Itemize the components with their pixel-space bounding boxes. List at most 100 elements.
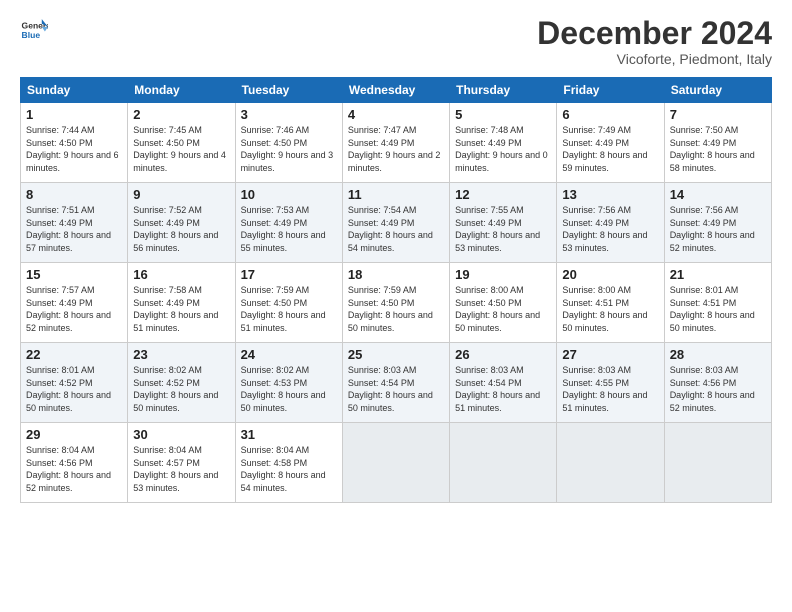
day-number: 14 [670, 187, 766, 202]
day-number: 13 [562, 187, 658, 202]
day-number: 10 [241, 187, 337, 202]
cell-details: Sunrise: 7:56 AM Sunset: 4:49 PM Dayligh… [670, 204, 766, 254]
cell-details: Sunrise: 8:01 AM Sunset: 4:52 PM Dayligh… [26, 364, 122, 414]
cell-details: Sunrise: 8:03 AM Sunset: 4:54 PM Dayligh… [348, 364, 444, 414]
day-number: 24 [241, 347, 337, 362]
calendar-cell: 6 Sunrise: 7:49 AM Sunset: 4:49 PM Daylig… [557, 103, 664, 183]
day-number: 6 [562, 107, 658, 122]
cell-details: Sunrise: 7:57 AM Sunset: 4:49 PM Dayligh… [26, 284, 122, 334]
cell-details: Sunrise: 8:00 AM Sunset: 4:51 PM Dayligh… [562, 284, 658, 334]
day-number: 9 [133, 187, 229, 202]
cell-details: Sunrise: 7:47 AM Sunset: 4:49 PM Dayligh… [348, 124, 444, 174]
calendar-cell [557, 423, 664, 503]
day-number: 15 [26, 267, 122, 282]
day-number: 12 [455, 187, 551, 202]
calendar-cell: 14 Sunrise: 7:56 AM Sunset: 4:49 PM Dayli… [664, 183, 771, 263]
cell-details: Sunrise: 8:00 AM Sunset: 4:50 PM Dayligh… [455, 284, 551, 334]
cell-details: Sunrise: 7:54 AM Sunset: 4:49 PM Dayligh… [348, 204, 444, 254]
calendar-cell: 11 Sunrise: 7:54 AM Sunset: 4:49 PM Dayli… [342, 183, 449, 263]
calendar-cell: 7 Sunrise: 7:50 AM Sunset: 4:49 PM Daylig… [664, 103, 771, 183]
header-area: General Blue December 2024 Vicoforte, Pi… [20, 16, 772, 67]
calendar-cell: 19 Sunrise: 8:00 AM Sunset: 4:50 PM Dayli… [450, 263, 557, 343]
cell-details: Sunrise: 8:04 AM Sunset: 4:56 PM Dayligh… [26, 444, 122, 494]
calendar-cell: 27Sunrise: 8:03 AM Sunset: 4:55 PM Dayli… [557, 343, 664, 423]
calendar-cell: 8 Sunrise: 7:51 AM Sunset: 4:49 PM Daylig… [21, 183, 128, 263]
day-number: 19 [455, 267, 551, 282]
day-number: 20 [562, 267, 658, 282]
cell-details: Sunrise: 7:48 AM Sunset: 4:49 PM Dayligh… [455, 124, 551, 174]
weekday-header: Wednesday [342, 78, 449, 103]
day-number: 4 [348, 107, 444, 122]
day-number: 5 [455, 107, 551, 122]
calendar-cell: 10 Sunrise: 7:53 AM Sunset: 4:49 PM Dayli… [235, 183, 342, 263]
calendar-cell [664, 423, 771, 503]
cell-details: Sunrise: 7:59 AM Sunset: 4:50 PM Dayligh… [241, 284, 337, 334]
cell-details: Sunrise: 7:49 AM Sunset: 4:49 PM Dayligh… [562, 124, 658, 174]
cell-details: Sunrise: 7:52 AM Sunset: 4:49 PM Dayligh… [133, 204, 229, 254]
calendar-cell: 26 Sunrise: 8:03 AM Sunset: 4:54 PM Dayli… [450, 343, 557, 423]
day-number: 8 [26, 187, 122, 202]
cell-details: Sunrise: 8:03 AM Sunset: 4:54 PM Dayligh… [455, 364, 551, 414]
cell-details: Sunrise: 8:03 AM Sunset: 4:55 PM Dayligh… [562, 364, 658, 414]
cell-details: Sunrise: 8:03 AM Sunset: 4:56 PM Dayligh… [670, 364, 766, 414]
weekday-header: Monday [128, 78, 235, 103]
calendar-cell: 12Sunrise: 7:55 AM Sunset: 4:49 PM Dayli… [450, 183, 557, 263]
calendar-table: SundayMondayTuesdayWednesdayThursdayFrid… [20, 77, 772, 503]
day-number: 16 [133, 267, 229, 282]
weekday-header: Thursday [450, 78, 557, 103]
day-number: 18 [348, 267, 444, 282]
day-number: 7 [670, 107, 766, 122]
calendar-week-row: 29 Sunrise: 8:04 AM Sunset: 4:56 PM Dayli… [21, 423, 772, 503]
day-number: 25 [348, 347, 444, 362]
cell-details: Sunrise: 7:46 AM Sunset: 4:50 PM Dayligh… [241, 124, 337, 174]
calendar-cell: 3Sunrise: 7:46 AM Sunset: 4:50 PM Daylig… [235, 103, 342, 183]
day-number: 26 [455, 347, 551, 362]
day-number: 22 [26, 347, 122, 362]
cell-details: Sunrise: 7:51 AM Sunset: 4:49 PM Dayligh… [26, 204, 122, 254]
calendar-cell: 18 Sunrise: 7:59 AM Sunset: 4:50 PM Dayli… [342, 263, 449, 343]
calendar-cell: 21 Sunrise: 8:01 AM Sunset: 4:51 PM Dayli… [664, 263, 771, 343]
day-number: 28 [670, 347, 766, 362]
cell-details: Sunrise: 8:02 AM Sunset: 4:53 PM Dayligh… [241, 364, 337, 414]
calendar-cell: 16Sunrise: 7:58 AM Sunset: 4:49 PM Dayli… [128, 263, 235, 343]
calendar-cell: 13Sunrise: 7:56 AM Sunset: 4:49 PM Dayli… [557, 183, 664, 263]
calendar-week-row: 15 Sunrise: 7:57 AM Sunset: 4:49 PM Dayli… [21, 263, 772, 343]
location-subtitle: Vicoforte, Piedmont, Italy [537, 51, 772, 67]
cell-details: Sunrise: 7:50 AM Sunset: 4:49 PM Dayligh… [670, 124, 766, 174]
day-number: 21 [670, 267, 766, 282]
calendar-cell: 17 Sunrise: 7:59 AM Sunset: 4:50 PM Dayli… [235, 263, 342, 343]
cell-details: Sunrise: 8:04 AM Sunset: 4:57 PM Dayligh… [133, 444, 229, 494]
day-number: 2 [133, 107, 229, 122]
calendar-cell: 30 Sunrise: 8:04 AM Sunset: 4:57 PM Dayli… [128, 423, 235, 503]
day-number: 17 [241, 267, 337, 282]
calendar-week-row: 22 Sunrise: 8:01 AM Sunset: 4:52 PM Dayli… [21, 343, 772, 423]
weekday-header: Friday [557, 78, 664, 103]
weekday-header: Saturday [664, 78, 771, 103]
cell-details: Sunrise: 7:44 AM Sunset: 4:50 PM Dayligh… [26, 124, 122, 174]
day-number: 23 [133, 347, 229, 362]
calendar-cell: 1 Sunrise: 7:44 AM Sunset: 4:50 PM Daylig… [21, 103, 128, 183]
calendar-cell: 5 Sunrise: 7:48 AM Sunset: 4:49 PM Daylig… [450, 103, 557, 183]
cell-details: Sunrise: 7:53 AM Sunset: 4:49 PM Dayligh… [241, 204, 337, 254]
cell-details: Sunrise: 7:59 AM Sunset: 4:50 PM Dayligh… [348, 284, 444, 334]
day-number: 1 [26, 107, 122, 122]
calendar-cell: 25 Sunrise: 8:03 AM Sunset: 4:54 PM Dayli… [342, 343, 449, 423]
logo: General Blue [20, 16, 48, 44]
weekday-header: Sunday [21, 78, 128, 103]
calendar-cell: 4 Sunrise: 7:47 AM Sunset: 4:49 PM Daylig… [342, 103, 449, 183]
cell-details: Sunrise: 8:02 AM Sunset: 4:52 PM Dayligh… [133, 364, 229, 414]
calendar-cell: 2Sunrise: 7:45 AM Sunset: 4:50 PM Daylig… [128, 103, 235, 183]
calendar-cell [342, 423, 449, 503]
day-number: 31 [241, 427, 337, 442]
calendar-cell: 20 Sunrise: 8:00 AM Sunset: 4:51 PM Dayli… [557, 263, 664, 343]
calendar-cell: 22 Sunrise: 8:01 AM Sunset: 4:52 PM Dayli… [21, 343, 128, 423]
day-number: 30 [133, 427, 229, 442]
calendar-cell: 24 Sunrise: 8:02 AM Sunset: 4:53 PM Dayli… [235, 343, 342, 423]
month-title: December 2024 [537, 16, 772, 51]
calendar-week-row: 1 Sunrise: 7:44 AM Sunset: 4:50 PM Daylig… [21, 103, 772, 183]
day-number: 29 [26, 427, 122, 442]
cell-details: Sunrise: 8:01 AM Sunset: 4:51 PM Dayligh… [670, 284, 766, 334]
cell-details: Sunrise: 8:04 AM Sunset: 4:58 PM Dayligh… [241, 444, 337, 494]
weekday-header: Tuesday [235, 78, 342, 103]
day-number: 11 [348, 187, 444, 202]
